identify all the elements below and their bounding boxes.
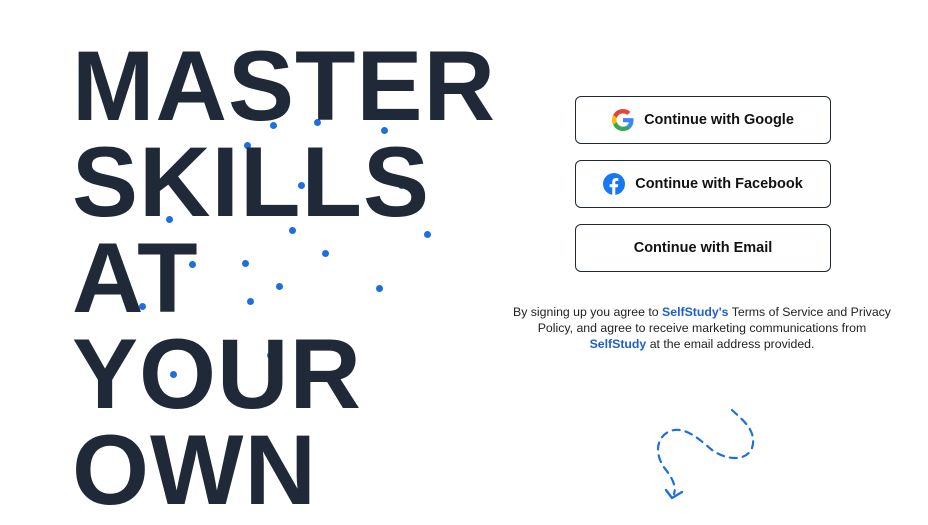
brand-link-selfstudy[interactable]: SelfStudy's (662, 305, 728, 319)
headline-line-5: OWN (72, 414, 317, 525)
headline-line-1: MASTER (72, 30, 496, 141)
email-button-label: Continue with Email (633, 240, 773, 256)
headline-line-4: YOUR (72, 318, 363, 429)
terms-notice: By signing up you agree to SelfStudy's T… (512, 304, 892, 352)
facebook-icon (603, 173, 626, 195)
continue-with-facebook-button[interactable]: Continue with Facebook (575, 160, 831, 208)
google-icon (612, 109, 634, 131)
facebook-button-label: Continue with Facebook (635, 176, 803, 192)
hero-section: MASTER SKILLS AT YOUR OWN (0, 0, 540, 522)
auth-options: Continue with Google Continue with Faceb… (575, 96, 831, 288)
dashed-swirl-arrow-icon (640, 400, 770, 510)
headline-line-2: SKILLS (72, 126, 431, 237)
hero-headline: MASTER SKILLS AT YOUR OWN (72, 30, 496, 525)
terms-text-part1: By signing up you agree to (513, 305, 663, 319)
continue-with-google-button[interactable]: Continue with Google (575, 96, 831, 144)
google-button-label: Continue with Google (644, 112, 794, 128)
continue-with-email-button[interactable]: Continue with Email (575, 224, 831, 272)
headline-line-3: AT (72, 222, 199, 333)
terms-text-part3: at the email address provided. (646, 337, 815, 351)
brand-link-selfstudy-2[interactable]: SelfStudy (590, 337, 647, 351)
